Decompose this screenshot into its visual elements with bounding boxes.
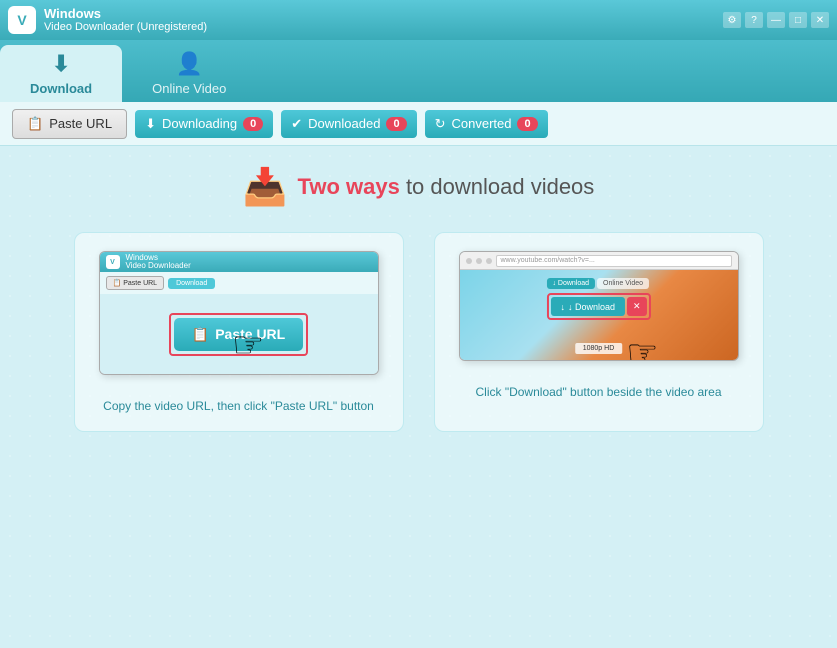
mini-tab-online: Online Video [597, 278, 649, 289]
browser-dot-1 [466, 258, 472, 264]
downloaded-button[interactable]: ✔ Downloaded 0 [281, 110, 416, 138]
method1-caption: Copy the video URL, then click "Paste UR… [103, 399, 374, 413]
mini-paste-btn-1: 📋 Paste URL [106, 276, 165, 290]
mini-download-popup: ↓ Download Online Video ↓ ↓ Download ✕ [546, 278, 650, 320]
downloading-label: Downloading [162, 116, 237, 131]
downloading-button[interactable]: ⬇ Downloading 0 [135, 110, 273, 138]
mini-tab-download: ↓ Download [546, 278, 595, 289]
mini-browser-bar: www.youtube.com/watch?v=... [460, 252, 738, 270]
paste-url-button[interactable]: 📋 Paste URL [12, 109, 127, 139]
mini-titlebar-1: V Windows Video Downloader [100, 252, 378, 272]
tab-spacer [256, 45, 837, 102]
mini-app-icon-1: V [106, 255, 120, 269]
download-tab-label: Download [30, 81, 92, 96]
mini-app-title-1: Windows Video Downloader [126, 254, 191, 270]
app-icon: V [8, 6, 36, 34]
downloaded-label: Downloaded [308, 116, 380, 131]
tab-online-video[interactable]: 👤 Online Video [122, 45, 256, 102]
mini-toolbar-1: 📋 Paste URL Download [100, 272, 378, 294]
close-button[interactable]: ✕ [811, 12, 829, 28]
mini-dl-action-btn[interactable]: ↓ ↓ Download [550, 297, 625, 316]
downloaded-badge: 0 [386, 117, 406, 131]
heading-highlight: Two ways [298, 174, 400, 199]
app-title-sub: Video Downloader (Unregistered) [44, 21, 207, 34]
main-content: 📥 Two ways to download videos V Windows … [0, 146, 837, 648]
mini-resolution-bar: 1080p HD [575, 343, 623, 354]
cursor-hand-2: ☞ [626, 332, 658, 361]
paste-url-label: Paste URL [49, 116, 112, 131]
cursor-hand-1: ☞ [232, 324, 264, 366]
method2-caption: Click "Download" button beside the video… [476, 385, 722, 399]
title-controls: ⚙ ? — □ ✕ [723, 12, 829, 28]
settings-button[interactable]: ⚙ [723, 12, 741, 28]
mini-content-1: 📋 Paste URL ☞ [100, 294, 378, 374]
converted-icon: ↻ [435, 116, 446, 132]
mini-dl-highlight: ↓ ↓ Download ✕ [546, 293, 650, 320]
converted-button[interactable]: ↻ Converted 0 [425, 110, 548, 138]
big-paste-icon: 📋 [192, 326, 209, 343]
app-title-main: Windows [44, 6, 207, 22]
title-bar-left: V Windows Video Downloader (Unregistered… [8, 6, 207, 35]
mini-dl-x-btn[interactable]: ✕ [627, 297, 647, 316]
browser-dot-3 [486, 258, 492, 264]
app-title: Windows Video Downloader (Unregistered) [44, 6, 207, 35]
heading-icon: 📥 [243, 166, 288, 208]
online-video-tab-label: Online Video [152, 81, 226, 96]
converted-badge: 0 [517, 117, 537, 131]
browser-url: www.youtube.com/watch?v=... [496, 255, 732, 267]
method2-card: www.youtube.com/watch?v=... ↓ Download O… [434, 232, 764, 432]
title-bar: V Windows Video Downloader (Unregistered… [0, 0, 837, 40]
mini-dl-popup-tabs: ↓ Download Online Video [546, 278, 650, 289]
downloaded-icon: ✔ [291, 116, 302, 132]
downloading-badge: 0 [243, 117, 263, 131]
converted-label: Converted [451, 116, 511, 131]
method1-mini-app: V Windows Video Downloader 📋 Paste URL D… [99, 251, 379, 375]
minimize-button[interactable]: — [767, 12, 785, 28]
help-button[interactable]: ? [745, 12, 763, 28]
mini-dl-btn-1: Download [168, 278, 215, 289]
heading-text: Two ways to download videos [298, 174, 595, 200]
paste-icon: 📋 [27, 116, 43, 132]
heading-rest: to download videos [400, 174, 594, 199]
toolbar: 📋 Paste URL ⬇ Downloading 0 ✔ Downloaded… [0, 102, 837, 146]
online-video-tab-icon: 👤 [176, 51, 203, 77]
maximize-button[interactable]: □ [789, 12, 807, 28]
downloading-icon: ⬇ [145, 116, 156, 132]
heading: 📥 Two ways to download videos [20, 166, 817, 208]
method2-mini-browser: www.youtube.com/watch?v=... ↓ Download O… [459, 251, 739, 361]
mini-video-area: ↓ Download Online Video ↓ ↓ Download ✕ 1… [460, 270, 738, 360]
cards-container: V Windows Video Downloader 📋 Paste URL D… [20, 232, 817, 432]
download-tab-icon: ⬇ [52, 51, 70, 77]
browser-dot-2 [476, 258, 482, 264]
tab-download[interactable]: ⬇ Download [0, 45, 122, 102]
tab-bar: ⬇ Download 👤 Online Video [0, 40, 837, 102]
method1-card: V Windows Video Downloader 📋 Paste URL D… [74, 232, 404, 432]
